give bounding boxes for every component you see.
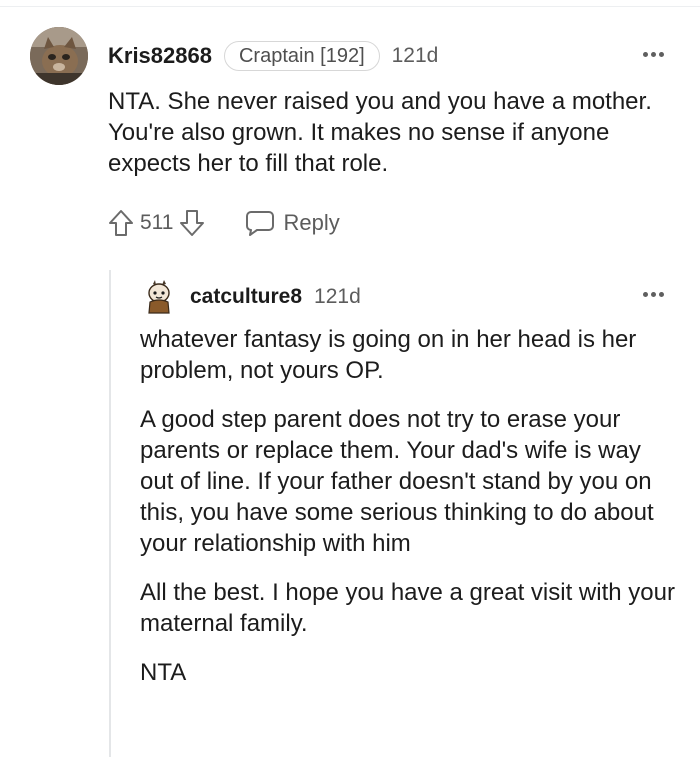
reply-username[interactable]: catculture8 (190, 285, 302, 309)
reply-label: Reply (283, 210, 340, 235)
top-divider (0, 6, 700, 7)
reply-paragraph: NTA (140, 659, 187, 686)
comment-text: NTA. She never raised you and you have a… (108, 88, 652, 177)
more-options-icon (642, 51, 648, 57)
comment-meta: Kris82868 Craptain [192] 121d (108, 40, 438, 72)
downvote-arrow-icon[interactable] (179, 209, 205, 237)
more-options-icon (642, 291, 648, 297)
speech-bubble-icon (246, 211, 275, 236)
reply-paragraph: All the best. I hope you have a great vi… (140, 579, 675, 637)
comment-actions: 511 Reply (108, 204, 340, 242)
user-avatar[interactable] (30, 27, 88, 85)
reply-paragraph: A good step parent does not try to erase… (140, 406, 654, 557)
reply-more-options-button[interactable] (638, 284, 668, 304)
reply-avatar[interactable] (144, 280, 174, 314)
more-options-button[interactable] (638, 44, 668, 64)
reply-paragraph: whatever fantasy is going on in her head… (140, 326, 637, 384)
comment-age: 121d (391, 44, 439, 67)
comment-username[interactable]: Kris82868 (108, 43, 212, 69)
thread-line[interactable] (109, 270, 111, 757)
vote-score: 511 (140, 211, 174, 234)
reply-age: 121d (314, 285, 361, 308)
reply-meta: catculture8 121d (190, 282, 361, 312)
upvote-arrow-icon[interactable] (108, 209, 134, 237)
comment-body: NTA. She never raised you and you have a… (108, 86, 668, 179)
user-flair: Craptain [192] (223, 41, 380, 71)
reply-body: whatever fantasy is going on in her head… (140, 324, 680, 706)
reply-button[interactable]: Reply (245, 209, 340, 237)
